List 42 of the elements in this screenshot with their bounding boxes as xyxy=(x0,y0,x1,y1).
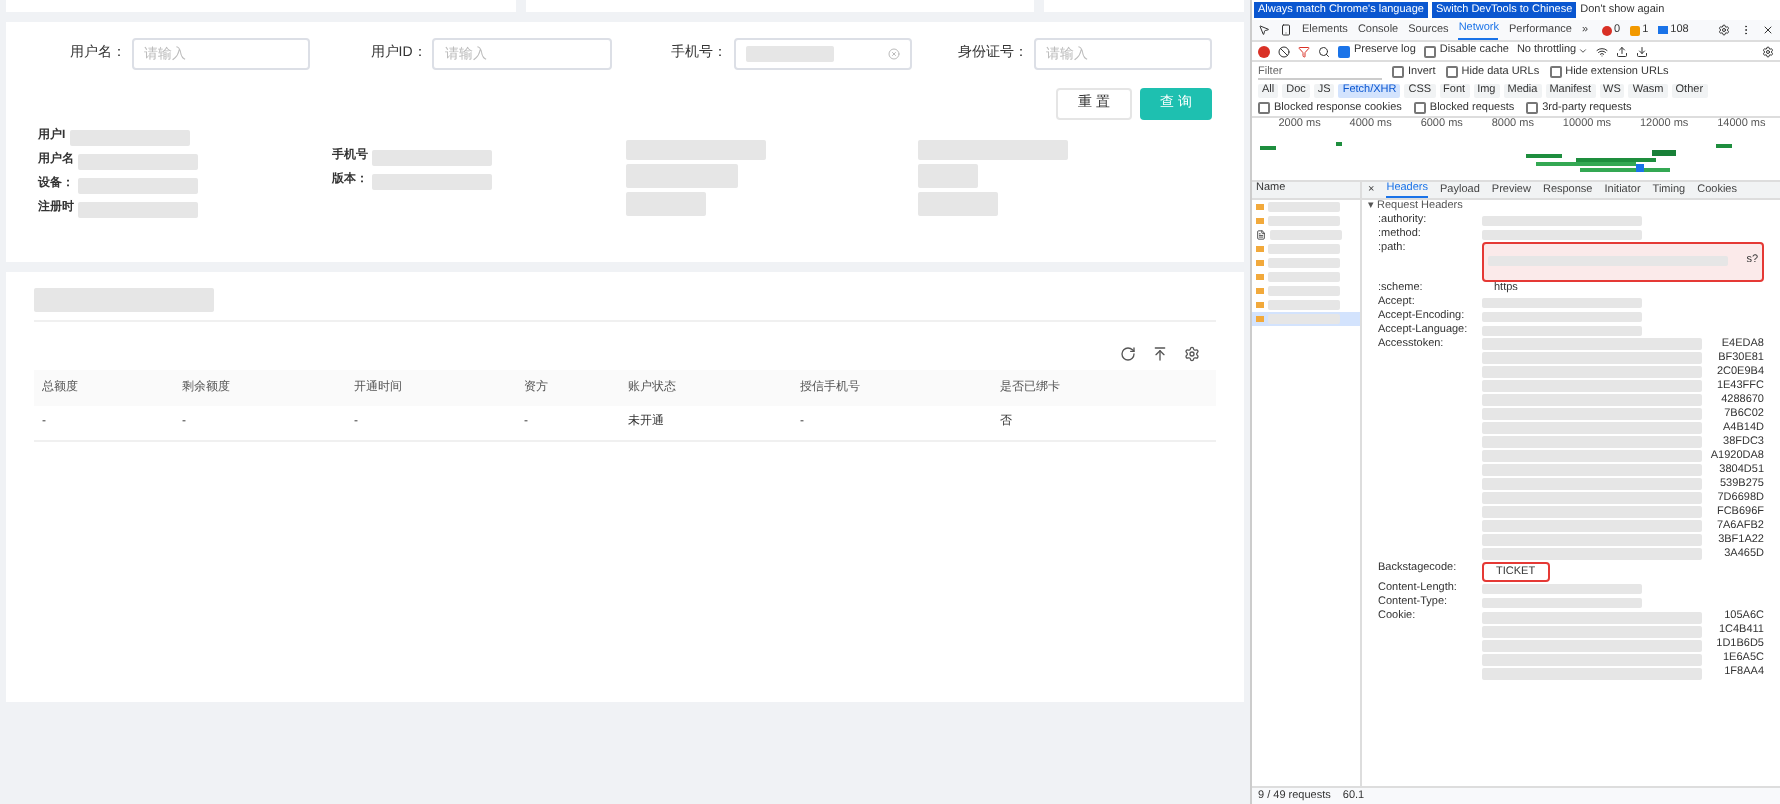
redacted-block xyxy=(745,46,833,62)
redacted-block xyxy=(1268,286,1340,296)
input-field[interactable] xyxy=(733,38,912,70)
redacted-block xyxy=(625,140,765,160)
caret-icon xyxy=(1578,46,1589,56)
download-icon[interactable] xyxy=(1636,45,1649,57)
settings-icon[interactable] xyxy=(1184,346,1200,362)
refresh-icon[interactable] xyxy=(1120,346,1136,362)
redacted-block xyxy=(1268,202,1340,212)
redacted-block xyxy=(371,149,492,165)
redacted-block xyxy=(1268,258,1340,268)
redacted-block xyxy=(1270,230,1342,240)
redacted-block xyxy=(1268,314,1340,324)
error-icon xyxy=(1602,25,1613,35)
message-icon xyxy=(1658,26,1669,34)
close-icon[interactable] xyxy=(1762,24,1774,36)
settings-icon[interactable] xyxy=(1762,45,1774,57)
settings-icon[interactable] xyxy=(1718,24,1730,36)
redacted-block xyxy=(371,173,492,189)
search-icon[interactable] xyxy=(1318,45,1330,57)
clear-icon[interactable] xyxy=(1278,45,1290,57)
record-icon[interactable] xyxy=(1258,45,1270,57)
device-icon[interactable] xyxy=(1280,24,1292,36)
redacted-block xyxy=(78,153,198,169)
redacted-block xyxy=(69,129,190,145)
redacted-block xyxy=(78,201,198,217)
inspect-icon[interactable] xyxy=(1258,24,1270,36)
redacted-block xyxy=(1268,272,1340,282)
redacted-block xyxy=(1268,300,1340,310)
filter-icon[interactable] xyxy=(1298,45,1310,57)
redacted-block xyxy=(1268,244,1340,254)
redacted-block xyxy=(918,164,979,188)
redacted-block xyxy=(918,192,999,216)
warning-icon xyxy=(1630,25,1641,35)
upload-icon[interactable] xyxy=(1616,45,1629,57)
column-height-icon[interactable] xyxy=(1152,346,1168,362)
wifi-icon[interactable] xyxy=(1596,45,1609,57)
document-icon xyxy=(1256,230,1266,240)
redacted-block xyxy=(78,177,198,193)
redacted-block xyxy=(625,164,737,188)
redacted-block xyxy=(1268,216,1340,226)
redacted-block xyxy=(625,192,705,216)
